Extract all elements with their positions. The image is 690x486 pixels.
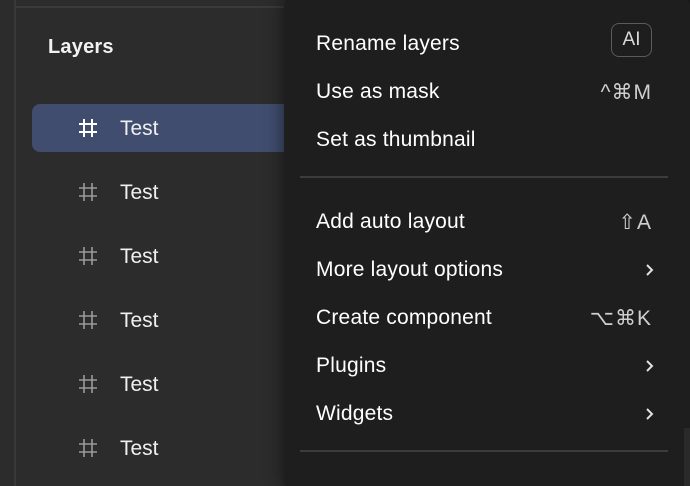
layers-panel-title: Layers	[48, 36, 114, 58]
layer-list: Test Test Test Test Test Test	[32, 104, 290, 486]
layer-row[interactable]: Test	[32, 424, 290, 472]
keyboard-shortcut: ⌥⌘K	[589, 307, 652, 330]
menu-separator	[300, 176, 668, 178]
layer-name: Test	[120, 437, 159, 460]
layer-name: Test	[120, 181, 159, 204]
layers-panel: Layers Test Test Test Test Test Test	[0, 0, 290, 486]
frame-icon	[78, 182, 98, 202]
menu-item-create-component[interactable]: Create component ⌥⌘K	[284, 294, 690, 342]
layer-name: Test	[120, 309, 159, 332]
menu-item-label: Plugins	[316, 354, 387, 377]
layer-row[interactable]: Test	[32, 104, 290, 152]
menu-item-label: Add auto layout	[316, 210, 465, 233]
panel-top-divider	[16, 6, 290, 8]
menu-item-widgets[interactable]: Widgets	[284, 390, 690, 438]
layer-row[interactable]: Test	[32, 296, 290, 344]
menu-item-label: More layout options	[316, 258, 504, 281]
keyboard-shortcut: ^⌘M	[600, 81, 652, 104]
layer-row[interactable]: Test	[32, 360, 290, 408]
menu-item-more-layout-options[interactable]: More layout options	[284, 246, 690, 294]
frame-icon	[78, 374, 98, 394]
panel-divider	[14, 0, 16, 486]
app-window: Layers Test Test Test Test Test Test Ren…	[0, 0, 690, 486]
menu-item-use-as-mask[interactable]: Use as mask ^⌘M	[284, 68, 690, 116]
menu-item-label: Create component	[316, 306, 492, 329]
menu-item-label: Set as thumbnail	[316, 128, 476, 151]
chevron-right-icon	[644, 357, 656, 375]
menu-item-label: Rename layers	[316, 32, 460, 55]
menu-item-add-auto-layout[interactable]: Add auto layout ⇧A	[284, 198, 690, 246]
context-menu: Rename layers AI Use as mask ^⌘M Set as …	[284, 0, 690, 486]
layer-name: Test	[120, 245, 159, 268]
keyboard-shortcut: ⇧A	[618, 211, 652, 234]
ai-badge: AI	[611, 23, 652, 57]
canvas-edge	[684, 428, 690, 486]
layer-name: Test	[120, 117, 159, 140]
menu-item-plugins[interactable]: Plugins	[284, 342, 690, 390]
frame-icon	[78, 310, 98, 330]
menu-item-label: Use as mask	[316, 80, 440, 103]
frame-icon	[78, 118, 98, 138]
layer-row[interactable]: Test	[32, 232, 290, 280]
chevron-right-icon	[644, 261, 656, 279]
frame-icon	[78, 438, 98, 458]
chevron-right-icon	[644, 405, 656, 423]
menu-separator	[300, 450, 668, 452]
layer-row[interactable]: Test	[32, 168, 290, 216]
menu-item-set-as-thumbnail[interactable]: Set as thumbnail	[284, 116, 690, 164]
menu-item-rename-layers[interactable]: Rename layers AI	[284, 20, 690, 68]
frame-icon	[78, 246, 98, 266]
menu-item-label: Widgets	[316, 402, 394, 425]
layer-name: Test	[120, 373, 159, 396]
